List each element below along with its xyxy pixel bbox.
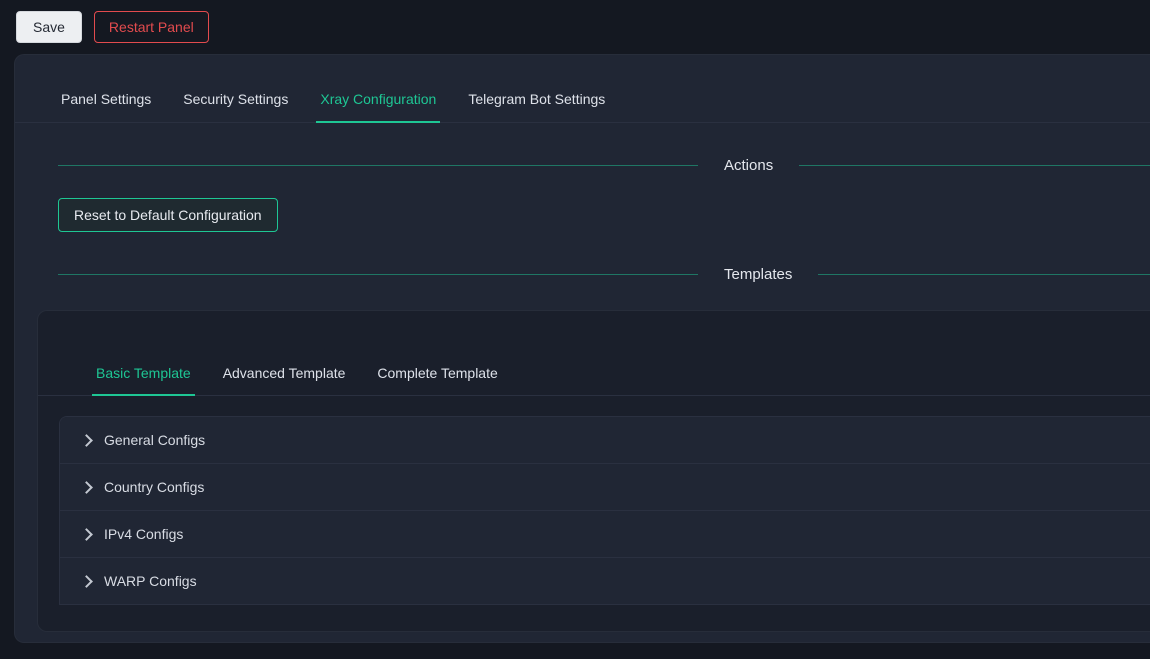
- chevron-right-icon: [80, 434, 93, 447]
- settings-tabbar: Panel Settings Security Settings Xray Co…: [15, 55, 1150, 123]
- template-tabbar: Basic Template Advanced Template Complet…: [38, 311, 1150, 396]
- restart-panel-button[interactable]: Restart Panel: [94, 11, 209, 43]
- chevron-right-icon: [80, 481, 93, 494]
- top-action-bar: Save Restart Panel: [0, 0, 1150, 54]
- collapse-ipv4-configs[interactable]: IPv4 Configs: [60, 511, 1150, 558]
- templates-card: Basic Template Advanced Template Complet…: [37, 310, 1150, 632]
- config-collapse-list: General Configs Country Configs IPv4 Con…: [59, 416, 1150, 605]
- tab-basic-template[interactable]: Basic Template: [80, 359, 207, 395]
- templates-section-title: Templates: [698, 266, 818, 283]
- collapse-country-configs[interactable]: Country Configs: [60, 464, 1150, 511]
- tab-security-settings[interactable]: Security Settings: [167, 81, 304, 122]
- collapse-general-configs[interactable]: General Configs: [60, 417, 1150, 464]
- reset-default-config-button[interactable]: Reset to Default Configuration: [58, 198, 278, 232]
- save-button[interactable]: Save: [16, 11, 82, 43]
- divider-line: [58, 274, 698, 275]
- divider-line: [818, 274, 1150, 275]
- chevron-right-icon: [80, 528, 93, 541]
- settings-card: Panel Settings Security Settings Xray Co…: [14, 54, 1150, 643]
- actions-section-title: Actions: [698, 157, 799, 174]
- tab-complete-template[interactable]: Complete Template: [361, 359, 513, 395]
- collapse-row-label: General Configs: [104, 432, 205, 448]
- divider-line: [799, 165, 1150, 166]
- divider-line: [58, 165, 698, 166]
- collapse-warp-configs[interactable]: WARP Configs: [60, 558, 1150, 604]
- collapse-row-label: WARP Configs: [104, 573, 197, 589]
- collapse-row-label: IPv4 Configs: [104, 526, 183, 542]
- actions-section-divider: Actions: [58, 157, 1150, 174]
- tab-xray-configuration[interactable]: Xray Configuration: [304, 81, 452, 122]
- chevron-right-icon: [80, 575, 93, 588]
- collapse-row-label: Country Configs: [104, 479, 204, 495]
- tab-panel-settings[interactable]: Panel Settings: [45, 81, 167, 122]
- templates-section-divider: Templates: [58, 266, 1150, 283]
- tab-telegram-bot-settings[interactable]: Telegram Bot Settings: [452, 81, 621, 122]
- tab-advanced-template[interactable]: Advanced Template: [207, 359, 362, 395]
